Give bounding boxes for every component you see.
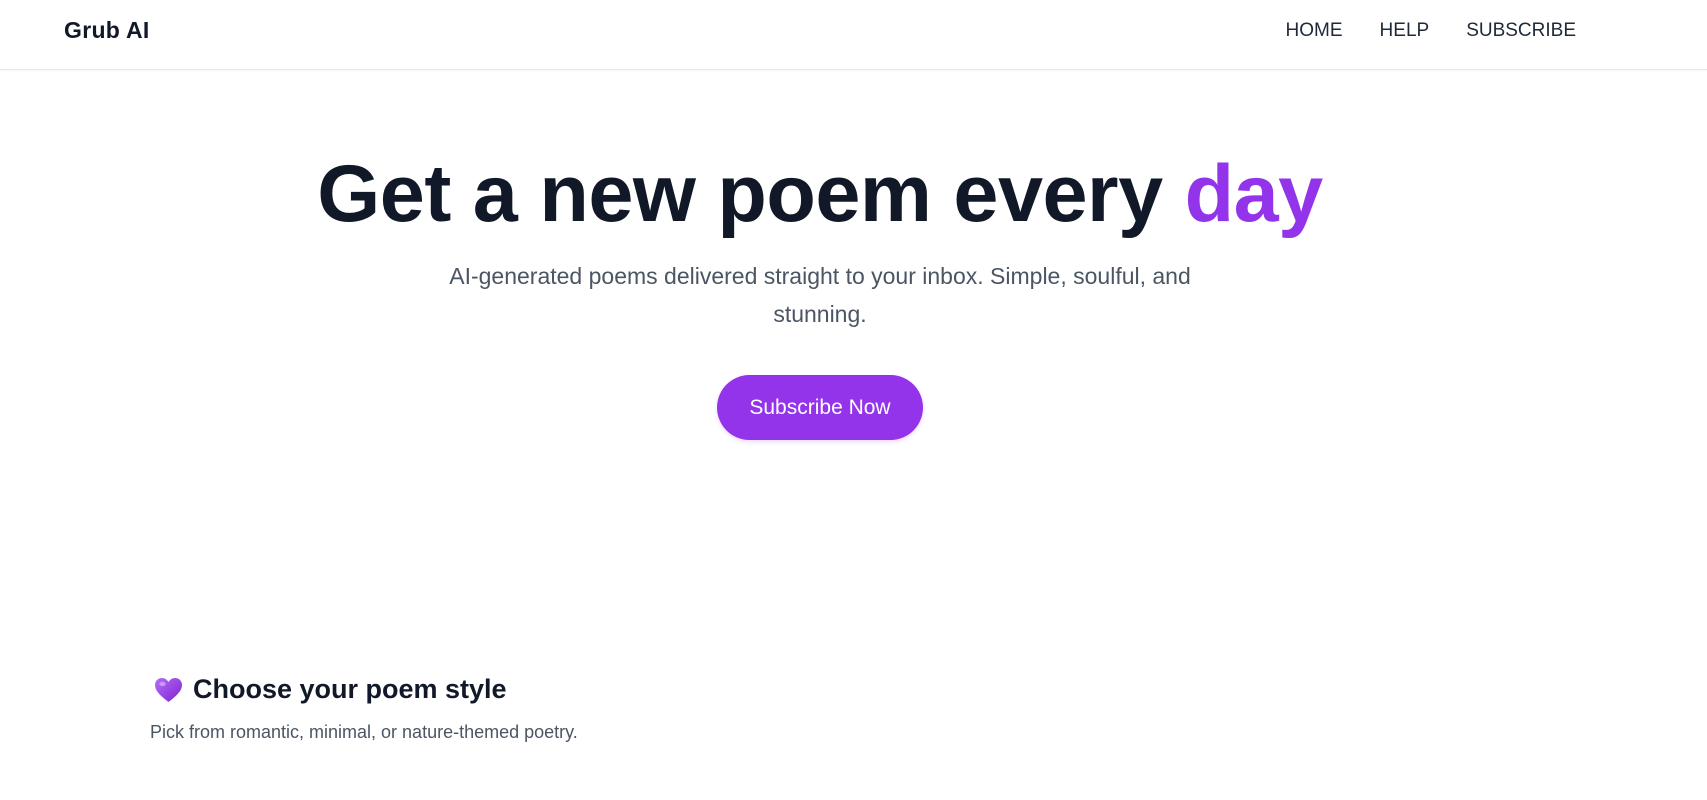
hero-section: Get a new poem every day AI-generated po… — [0, 149, 1640, 441]
top-navbar: Grub AI HOME HELP SUBSCRIBE — [0, 0, 1707, 70]
subscribe-now-button[interactable]: Subscribe Now — [717, 375, 923, 441]
purple-heart-icon — [154, 677, 183, 703]
brand-logo[interactable]: Grub AI — [64, 17, 150, 44]
feature-title: Choose your poem style — [193, 674, 507, 704]
feature-heading-row: Choose your poem style — [150, 674, 578, 705]
feature-description: Pick from romantic, minimal, or nature-t… — [150, 722, 578, 742]
feature-poem-style: Choose your poem style Pick from romanti… — [150, 674, 578, 743]
hero-subtitle: AI-generated poems delivered straight to… — [449, 263, 1191, 328]
nav-home-link[interactable]: HOME — [1286, 20, 1343, 42]
nav-help-link[interactable]: HELP — [1380, 20, 1430, 42]
hero-title-main: Get a new poem every — [317, 149, 1185, 239]
hero-title: Get a new poem every day — [0, 149, 1640, 239]
nav-links: HOME HELP SUBSCRIBE — [1286, 20, 1576, 42]
nav-subscribe-link[interactable]: SUBSCRIBE — [1466, 20, 1576, 42]
hero-title-accent: day — [1184, 149, 1324, 239]
